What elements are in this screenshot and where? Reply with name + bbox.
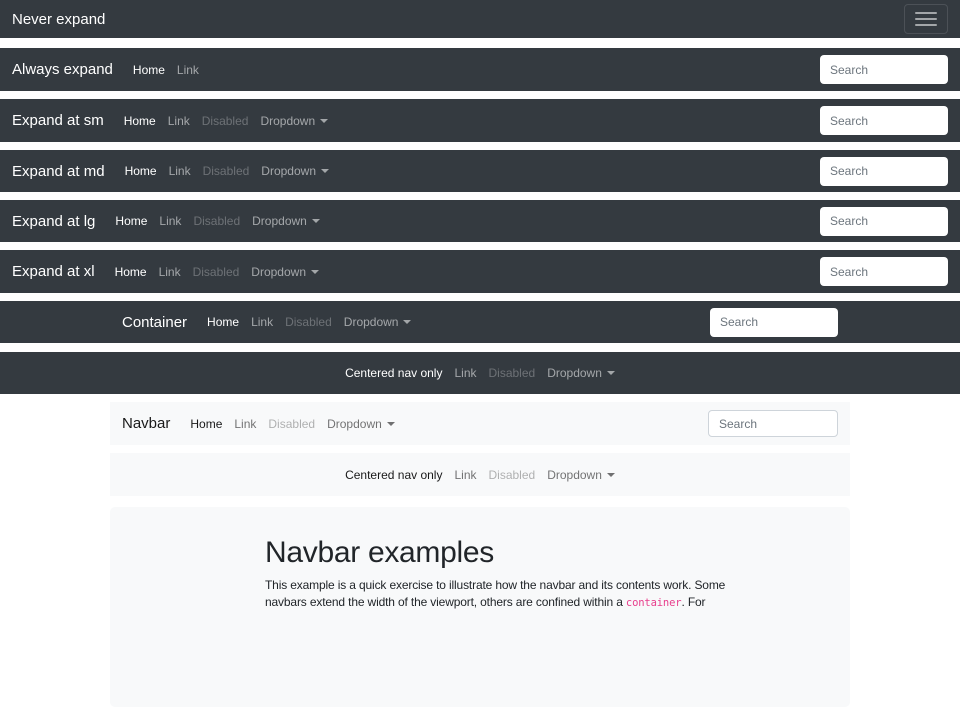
dropdown-label: Dropdown (252, 214, 307, 228)
brand-expand-xl[interactable]: Expand at xl (12, 264, 95, 279)
dropdown-label: Dropdown (260, 114, 315, 128)
navbar-expand-md: Expand at md Home Link Disabled Dropdown (0, 150, 960, 192)
navbar-always-expand: Always expand Home Link (0, 48, 960, 91)
navbar-inner-container: Container Home Link Disabled Dropdown (110, 301, 850, 343)
nav-links: Home Link (127, 64, 205, 76)
nav-link-disabled: Disabled (483, 367, 542, 379)
nav-links: Home Link Disabled Dropdown (119, 165, 335, 177)
nav-links: Centered nav only Link Disabled Dropdown (339, 367, 621, 379)
chevron-down-icon (403, 320, 411, 324)
navbar-expand-lg: Expand at lg Home Link Disabled Dropdown (0, 200, 960, 242)
nav-link-home[interactable]: Home (109, 266, 153, 278)
dropdown-label: Dropdown (251, 265, 306, 279)
nav-link-dropdown[interactable]: Dropdown (254, 115, 334, 127)
page-title: Navbar examples (265, 535, 775, 571)
light-navbar-row: Navbar Home Link Disabled Dropdown (110, 402, 850, 445)
nav-link-home[interactable]: Home (109, 215, 153, 227)
nav-link-home[interactable]: Home (119, 165, 163, 177)
chevron-down-icon (320, 119, 328, 123)
brand-expand-lg[interactable]: Expand at lg (12, 214, 95, 229)
navbar-expand-xl: Expand at xl Home Link Disabled Dropdown (0, 250, 960, 293)
nav-link-link[interactable]: Link (448, 469, 482, 481)
brand-never-expand[interactable]: Never expand (12, 12, 105, 27)
nav-links: Home Link Disabled Dropdown (184, 418, 400, 430)
navbar-toggler-button[interactable] (904, 4, 948, 34)
paragraph-line-2-post: . For (681, 595, 705, 609)
nav-link-home[interactable]: Home (184, 418, 228, 430)
nav-link-centered-nav-only[interactable]: Centered nav only (339, 367, 448, 379)
chevron-down-icon (607, 371, 615, 375)
chevron-down-icon (607, 473, 615, 477)
brand-container[interactable]: Container (122, 315, 187, 330)
nav-link-link[interactable]: Link (163, 165, 197, 177)
nav-link-link[interactable]: Link (171, 64, 205, 76)
nav-link-disabled: Disabled (197, 165, 256, 177)
nav-links: Home Link Disabled Dropdown (118, 115, 334, 127)
navbar-expand-sm: Expand at sm Home Link Disabled Dropdown (0, 99, 960, 142)
nav-link-dropdown[interactable]: Dropdown (338, 316, 418, 328)
search-input[interactable] (820, 157, 948, 186)
nav-link-dropdown[interactable]: Dropdown (541, 469, 621, 481)
main-content: Navbar examples This example is a quick … (0, 507, 960, 707)
nav-link-dropdown[interactable]: Dropdown (245, 266, 325, 278)
search-input[interactable] (820, 257, 948, 286)
navbar-never-expand: Never expand (0, 0, 960, 38)
hamburger-icon (915, 12, 937, 26)
container-code-link[interactable]: container (626, 597, 682, 609)
nav-link-home[interactable]: Home (118, 115, 162, 127)
light-centered-navbar-row: Centered nav only Link Disabled Dropdown (110, 453, 850, 496)
dropdown-label: Dropdown (327, 417, 382, 431)
search-input[interactable] (820, 106, 948, 135)
chevron-down-icon (387, 422, 395, 426)
navbar-container: Container Home Link Disabled Dropdown (0, 301, 960, 343)
nav-link-centered-nav-only[interactable]: Centered nav only (339, 469, 448, 481)
nav-link-home[interactable]: Home (201, 316, 245, 328)
nav-links: Home Link Disabled Dropdown (109, 266, 325, 278)
nav-link-dropdown[interactable]: Dropdown (255, 165, 335, 177)
search-input[interactable] (708, 410, 838, 437)
jumbotron: Navbar examples This example is a quick … (110, 507, 850, 707)
paragraph-line-1: This example is a quick exercise to illu… (265, 578, 725, 592)
brand-always-expand[interactable]: Always expand (12, 62, 113, 77)
dropdown-label: Dropdown (547, 366, 602, 380)
nav-link-link[interactable]: Link (245, 316, 279, 328)
nav-link-disabled: Disabled (483, 469, 542, 481)
dropdown-label: Dropdown (344, 315, 399, 329)
brand-expand-sm[interactable]: Expand at sm (12, 113, 104, 128)
nav-link-link[interactable]: Link (228, 418, 262, 430)
nav-link-link[interactable]: Link (153, 215, 187, 227)
nav-link-disabled: Disabled (279, 316, 338, 328)
nav-link-disabled: Disabled (196, 115, 255, 127)
nav-link-dropdown[interactable]: Dropdown (541, 367, 621, 379)
jumbotron-inner-column: Navbar examples This example is a quick … (265, 535, 775, 612)
dropdown-label: Dropdown (547, 468, 602, 482)
chevron-down-icon (321, 169, 329, 173)
navbar-centered-dark: Centered nav only Link Disabled Dropdown (0, 352, 960, 394)
brand-navbar[interactable]: Navbar (122, 416, 170, 431)
nav-link-disabled: Disabled (187, 266, 246, 278)
nav-link-home[interactable]: Home (127, 64, 171, 76)
navbar-light: Navbar Home Link Disabled Dropdown (110, 402, 850, 445)
nav-link-dropdown[interactable]: Dropdown (321, 418, 401, 430)
search-input[interactable] (820, 55, 948, 84)
search-input[interactable] (820, 207, 948, 236)
nav-link-disabled: Disabled (187, 215, 246, 227)
nav-link-link[interactable]: Link (162, 115, 196, 127)
nav-links: Home Link Disabled Dropdown (201, 316, 417, 328)
dropdown-label: Dropdown (261, 164, 316, 178)
brand-expand-md[interactable]: Expand at md (12, 164, 105, 179)
nav-link-link[interactable]: Link (153, 266, 187, 278)
nav-link-link[interactable]: Link (448, 367, 482, 379)
intro-paragraph: This example is a quick exercise to illu… (265, 577, 775, 612)
search-input[interactable] (710, 308, 838, 337)
navbar-centered-light: Centered nav only Link Disabled Dropdown (110, 453, 850, 496)
nav-link-dropdown[interactable]: Dropdown (246, 215, 326, 227)
chevron-down-icon (312, 219, 320, 223)
paragraph-line-2-pre: navbars extend the width of the viewport… (265, 595, 626, 609)
nav-links: Home Link Disabled Dropdown (109, 215, 325, 227)
nav-links: Centered nav only Link Disabled Dropdown (339, 469, 621, 481)
nav-link-disabled: Disabled (262, 418, 321, 430)
chevron-down-icon (311, 270, 319, 274)
